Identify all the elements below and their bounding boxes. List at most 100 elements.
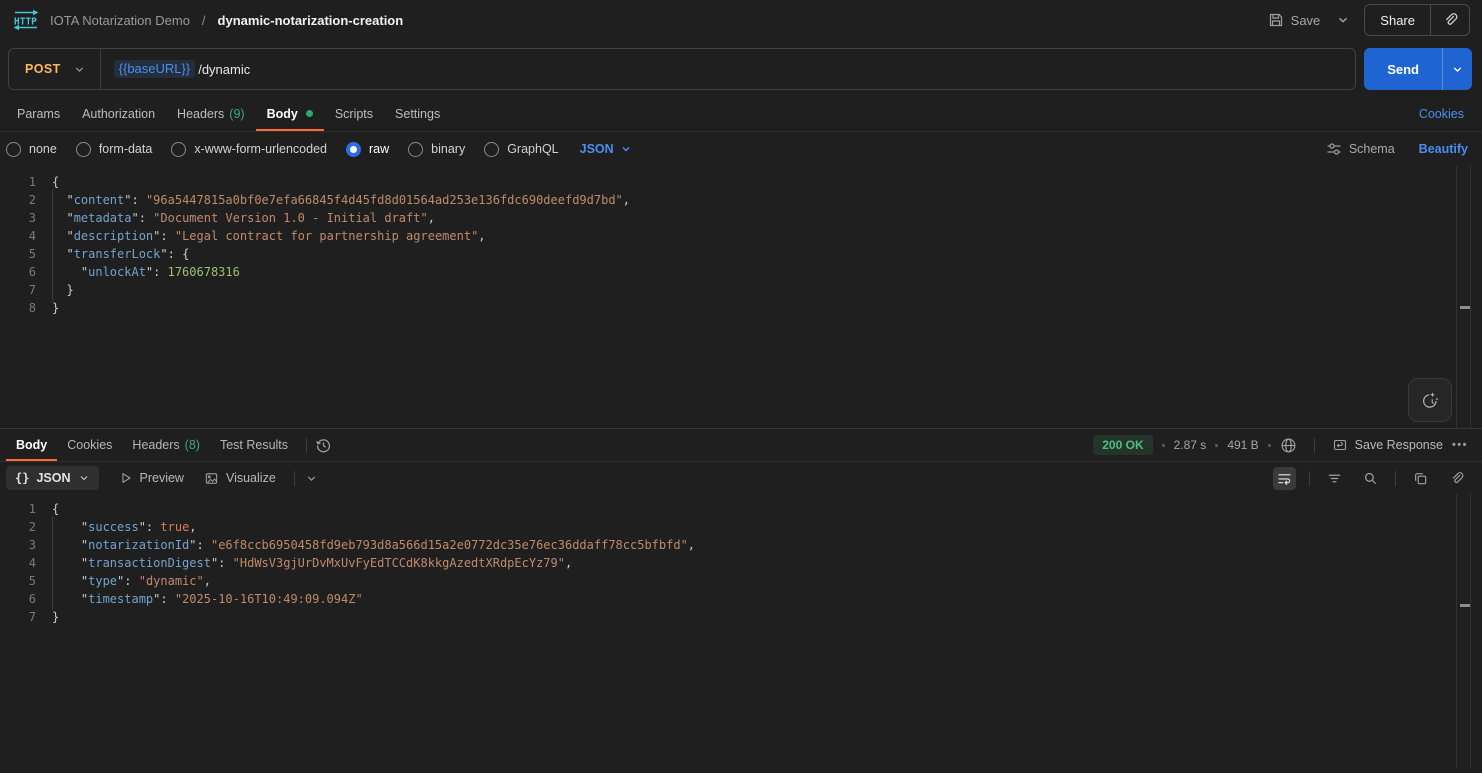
radio-urlencoded[interactable]: x-www-form-urlencoded — [171, 142, 327, 157]
response-tab-test-results[interactable]: Test Results — [210, 429, 298, 461]
tab-settings-label: Settings — [395, 107, 440, 121]
send-button[interactable]: Send — [1364, 48, 1442, 90]
radio-none-icon — [6, 142, 21, 157]
radio-none[interactable]: none — [6, 142, 57, 157]
radio-graphql-label: GraphQL — [507, 142, 558, 156]
breadcrumb-separator: / — [202, 13, 206, 28]
tab-params[interactable]: Params — [6, 96, 71, 131]
response-pane: Body Cookies Headers (8) Test Results 20… — [0, 428, 1482, 768]
code-line: 8} — [0, 299, 1482, 317]
radio-binary[interactable]: binary — [408, 142, 465, 157]
save-button[interactable]: Save — [1268, 12, 1321, 28]
response-tab-body[interactable]: Body — [6, 429, 57, 461]
tab-scripts[interactable]: Scripts — [324, 96, 384, 131]
share-button[interactable]: Share — [1365, 13, 1430, 28]
meta-dot-icon — [1268, 444, 1271, 447]
search-icon[interactable] — [1359, 467, 1382, 490]
url-path: /dynamic — [198, 62, 250, 77]
response-body-editor[interactable]: 1{2 "success": true,3 "notarizationId": … — [0, 494, 1482, 768]
toolbar-divider — [1309, 471, 1310, 486]
tab-settings[interactable]: Settings — [384, 96, 451, 131]
tab-headers[interactable]: Headers (9) — [166, 96, 256, 131]
request-tabs: Params Authorization Headers (9) Body Sc… — [0, 96, 1482, 132]
radio-graphql-icon — [484, 142, 499, 157]
response-format-select[interactable]: {} JSON — [6, 466, 99, 490]
wrap-text-icon[interactable] — [1273, 467, 1296, 490]
save-response-icon — [1332, 437, 1348, 453]
response-time[interactable]: 2.87 s — [1174, 438, 1207, 452]
response-tab-cookies[interactable]: Cookies — [57, 429, 122, 461]
code-line: 5 "transferLock": { — [0, 245, 1482, 263]
tab-authorization[interactable]: Authorization — [71, 96, 166, 131]
response-tab-headers[interactable]: Headers (8) — [122, 429, 210, 461]
preview-button[interactable]: Preview — [119, 471, 184, 485]
breadcrumb: HTTP IOTA Notarization Demo / dynamic-no… — [12, 9, 403, 31]
radio-urlencoded-icon — [171, 142, 186, 157]
meta-dot-icon — [1215, 444, 1218, 447]
url-input-box: POST {{baseURL}} /dynamic — [8, 48, 1356, 90]
radio-graphql[interactable]: GraphQL — [484, 142, 558, 157]
radio-form-data-icon — [76, 142, 91, 157]
radio-raw[interactable]: raw — [346, 142, 389, 157]
response-toolbar: {} JSON Preview Visualize — [0, 462, 1482, 494]
body-type-row: none form-data x-www-form-urlencoded raw… — [0, 132, 1482, 166]
raw-language-select[interactable]: JSON — [580, 142, 632, 156]
code-line: 3 "notarizationId": "e6f8ccb6950458fd9eb… — [0, 536, 1482, 554]
filter-icon[interactable] — [1323, 467, 1346, 490]
save-options-chevron-icon[interactable] — [1336, 13, 1350, 27]
tab-headers-label: Headers — [177, 107, 224, 121]
visualize-button[interactable]: Visualize — [204, 471, 276, 486]
preview-label: Preview — [140, 471, 184, 485]
radio-form-data[interactable]: form-data — [76, 142, 153, 157]
response-tab-cookies-label: Cookies — [67, 438, 112, 452]
request-body-editor[interactable]: 1{2 "content": "96a5447815a0bf0e7efa6684… — [0, 166, 1482, 428]
raw-language-label: JSON — [580, 142, 614, 156]
meta-dot-icon — [1162, 444, 1165, 447]
schema-label: Schema — [1349, 142, 1395, 156]
radio-raw-icon — [346, 142, 361, 157]
code-line: 2 "success": true, — [0, 518, 1482, 536]
toolbar-chevron-icon[interactable] — [305, 472, 318, 485]
response-editor-scrollbar[interactable] — [1456, 494, 1482, 768]
code-line: 6 "unlockAt": 1760678316 — [0, 263, 1482, 281]
response-history-icon[interactable] — [315, 437, 332, 454]
radio-raw-label: raw — [369, 142, 389, 156]
response-size[interactable]: 491 B — [1227, 438, 1258, 452]
copy-link-icon[interactable] — [1431, 5, 1469, 35]
code-line: 3 "metadata": "Document Version 1.0 - In… — [0, 209, 1482, 227]
beautify-button[interactable]: Beautify — [1419, 142, 1468, 156]
response-header-divider — [306, 438, 307, 453]
preview-play-icon — [119, 471, 133, 485]
response-toolbar-right — [1273, 467, 1468, 490]
cookies-link[interactable]: Cookies — [1419, 107, 1476, 121]
link-icon[interactable] — [1445, 467, 1468, 490]
send-options-chevron-icon[interactable] — [1442, 48, 1472, 90]
tab-headers-count: (9) — [229, 107, 244, 121]
status-badge[interactable]: 200 OK — [1093, 435, 1152, 455]
tab-body[interactable]: Body — [256, 96, 324, 131]
copy-icon[interactable] — [1409, 467, 1432, 490]
schema-button[interactable]: Schema — [1326, 141, 1395, 157]
network-globe-icon[interactable] — [1280, 437, 1297, 454]
response-tab-body-label: Body — [16, 438, 47, 452]
schema-sliders-icon — [1326, 141, 1342, 157]
radio-none-label: none — [29, 142, 57, 156]
more-options-icon[interactable]: ••• — [1452, 439, 1468, 451]
request-body-code: 1{2 "content": "96a5447815a0bf0e7efa6684… — [0, 173, 1482, 317]
save-response-button[interactable]: Save Response — [1332, 437, 1443, 453]
request-editor-scrollbar[interactable] — [1456, 166, 1482, 428]
url-input[interactable]: {{baseURL}} /dynamic — [101, 60, 1356, 78]
method-selector[interactable]: POST — [9, 62, 100, 76]
breadcrumb-workspace[interactable]: IOTA Notarization Demo — [50, 13, 190, 28]
code-line: 7 } — [0, 281, 1482, 299]
breadcrumb-request-name[interactable]: dynamic-notarization-creation — [218, 13, 404, 28]
response-header: Body Cookies Headers (8) Test Results 20… — [0, 429, 1482, 462]
postbot-ai-button[interactable] — [1408, 378, 1452, 422]
code-line: 2 "content": "96a5447815a0bf0e7efa66845f… — [0, 191, 1482, 209]
response-body-code: 1{2 "success": true,3 "notarizationId": … — [0, 500, 1482, 626]
topbar-actions: Save Share — [1268, 4, 1470, 36]
radio-binary-icon — [408, 142, 423, 157]
scroll-annotation-mark — [1460, 306, 1471, 309]
url-variable[interactable]: {{baseURL}} — [114, 60, 196, 78]
response-tab-test-results-label: Test Results — [220, 438, 288, 452]
